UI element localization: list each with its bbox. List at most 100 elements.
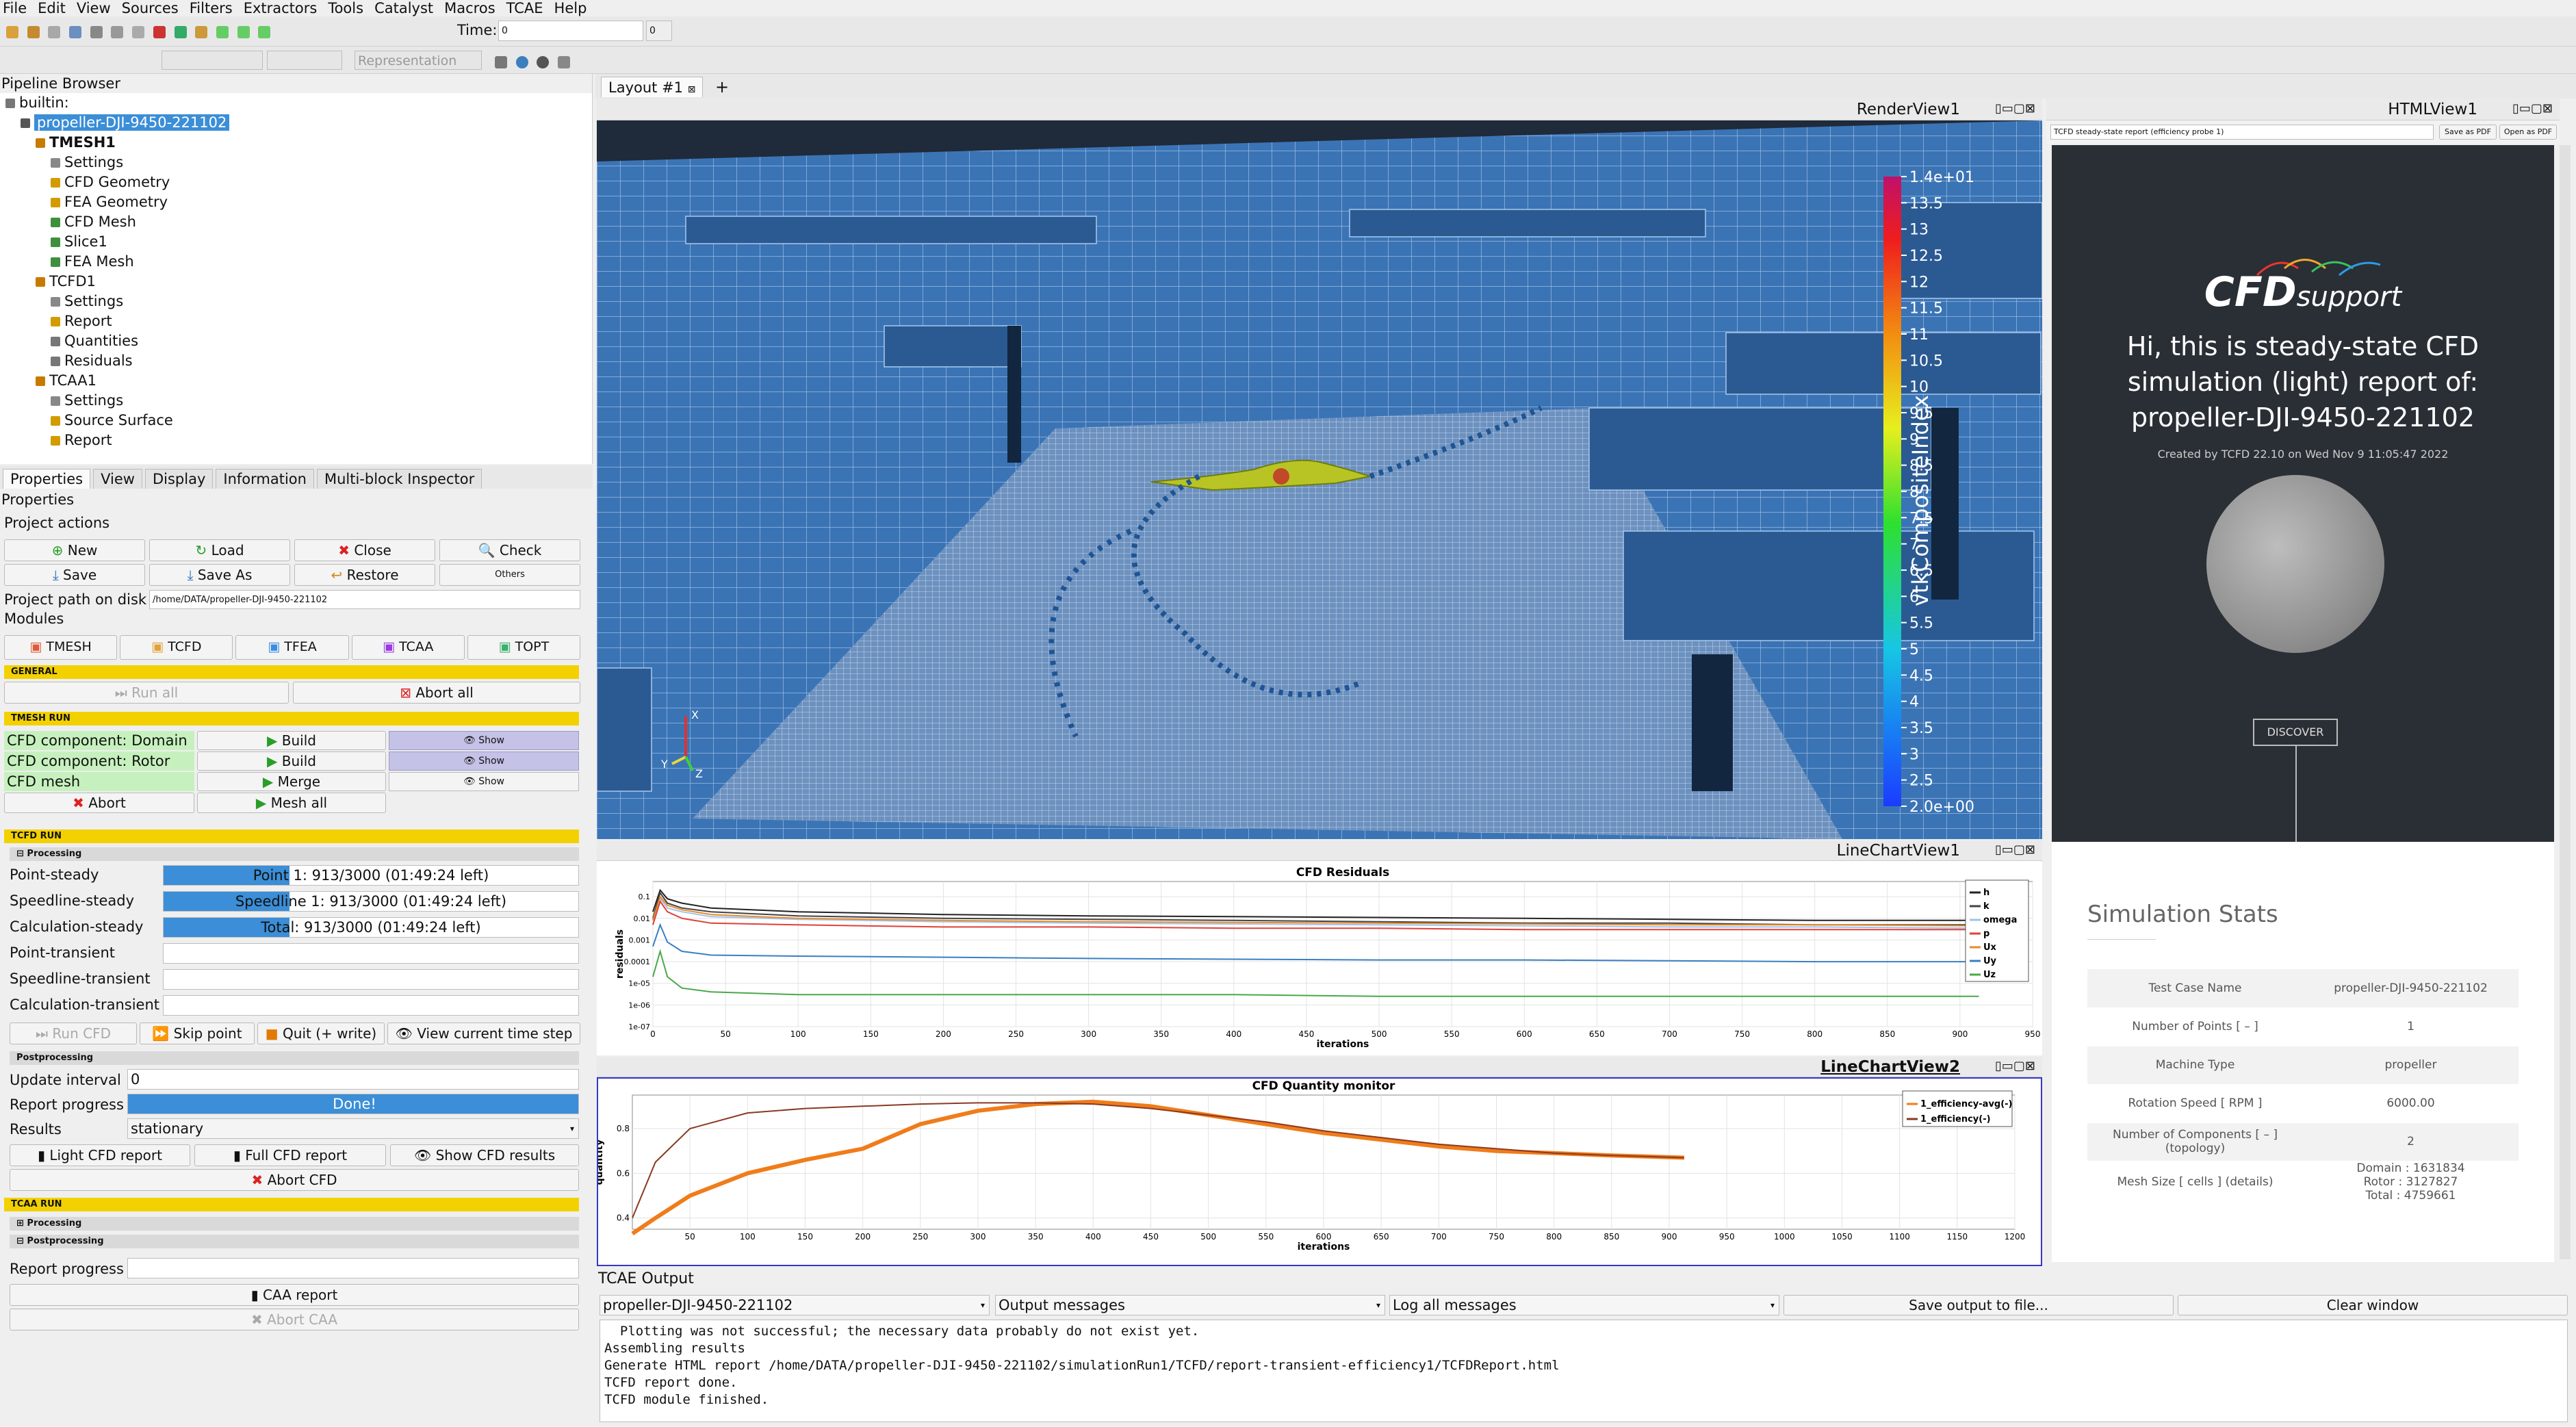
redo-icon[interactable] [174, 26, 187, 38]
camera-icon[interactable] [132, 26, 145, 38]
time-input[interactable]: 0 [498, 21, 643, 41]
menu-item-extractors[interactable]: Extractors [244, 0, 318, 16]
pipeline-item[interactable]: Report [0, 311, 592, 331]
htmlview-scrollbar[interactable] [2560, 145, 2571, 1259]
first-frame-icon[interactable] [216, 26, 229, 38]
view-controls-icon[interactable]: ▯▭▢⊠ [1995, 1059, 2035, 1073]
open-icon[interactable] [6, 26, 18, 38]
pipeline-item[interactable]: Settings [0, 292, 592, 311]
check-button[interactable]: 🔍 Check [439, 539, 580, 561]
quit-write-button[interactable]: ■ Quit (+ write) [257, 1023, 385, 1044]
caa-report-button[interactable]: ▮ CAA report [10, 1284, 579, 1306]
new-button[interactable]: ⊕ New [4, 539, 145, 561]
tab-layout-1[interactable]: Layout #1 ⊠ [601, 77, 704, 97]
module-tab-tcaa[interactable]: ▣ TCAA [351, 635, 465, 660]
select-icon[interactable] [558, 56, 571, 68]
save-output-button[interactable]: Save output to file... [1783, 1295, 2174, 1315]
view-current-time-step-button[interactable]: 👁 View current time step [387, 1023, 580, 1044]
pipeline-item[interactable]: FEA Mesh [0, 252, 592, 272]
pipeline-item[interactable]: Source Surface [0, 411, 592, 430]
pipeline-item[interactable]: Quantities [0, 331, 592, 351]
output-source-select[interactable]: propeller-DJI-9450-221102 ▾ [600, 1295, 990, 1315]
tab-display[interactable]: Display [144, 469, 214, 489]
menu-item-file[interactable]: File [3, 0, 27, 16]
view-controls-icon[interactable]: ▯▭▢⊠ [1995, 843, 2035, 857]
component-action-button[interactable]: ▶ Merge [197, 772, 386, 791]
pipeline-item[interactable]: CFD Mesh [0, 212, 592, 232]
menu-item-filters[interactable]: Filters [190, 0, 233, 16]
menu-item-sources[interactable]: Sources [122, 0, 179, 16]
pipeline-item[interactable]: TCFD1 [0, 272, 592, 292]
full-cfd-report-button[interactable]: ▮ Full CFD report [194, 1144, 386, 1166]
component-action-button[interactable]: ▶ Build [197, 751, 386, 771]
tab-information[interactable]: Information [216, 469, 314, 489]
undo-icon[interactable] [153, 26, 166, 38]
run-all-button[interactable]: ⏭ Run all [4, 682, 289, 704]
tab-properties[interactable]: Properties [3, 469, 91, 489]
module-tab-topt[interactable]: ▣ TOPT [467, 635, 581, 660]
time-index-spinbox[interactable]: 0 [646, 21, 672, 41]
component-select[interactable] [267, 51, 342, 70]
pipeline-item[interactable]: FEA Geometry [0, 192, 592, 212]
last-frame-icon[interactable] [258, 26, 271, 38]
add-tab-icon[interactable]: + [712, 77, 732, 97]
load-button[interactable]: ↻ Load [149, 539, 290, 561]
tab-multi-block-inspector[interactable]: Multi-block Inspector [316, 469, 482, 489]
module-tab-tmesh[interactable]: ▣ TMESH [4, 635, 118, 660]
reset-camera-icon[interactable] [495, 56, 507, 68]
close-button[interactable]: ✖ Close [294, 539, 435, 561]
representation-select[interactable]: Representation [355, 51, 482, 70]
component-action-button[interactable]: ▶ Build [197, 731, 386, 750]
pipeline-item[interactable]: CFD Geometry [0, 172, 592, 192]
component-show-button[interactable]: 👁 Show [389, 731, 579, 750]
update-interval-input[interactable]: 0 [127, 1069, 579, 1090]
pipeline-item[interactable]: TCAA1 [0, 371, 592, 391]
abort-all-button[interactable]: ⊠ Abort all [293, 682, 580, 704]
menu-item-catalyst[interactable]: Catalyst [374, 0, 433, 16]
save-as-button[interactable]: ⤓ Save As [149, 564, 290, 586]
skip-point-button[interactable]: ⏩ Skip point [140, 1023, 255, 1044]
menu-item-tools[interactable]: Tools [328, 0, 363, 16]
menu-item-help[interactable]: Help [554, 0, 587, 16]
mesh-all-button[interactable]: ▶ Mesh all [197, 793, 386, 813]
folder-icon[interactable] [27, 26, 40, 38]
pipeline-item[interactable]: TMESH1 [0, 133, 592, 153]
abort-caa-button[interactable]: ✖ Abort CAA [10, 1309, 579, 1330]
project-path-field[interactable]: /home/DATA/propeller-DJI-9450-221102 [149, 590, 580, 609]
axis-icon[interactable] [537, 56, 550, 68]
component-show-button[interactable]: 👁 Show [389, 751, 579, 771]
report-select[interactable]: TCFD steady-state report (efficiency pro… [2050, 125, 2434, 140]
pipeline-item[interactable]: Settings [0, 153, 592, 172]
pipeline-item[interactable]: Settings [0, 391, 592, 411]
results-select[interactable]: stationary ▾ [127, 1118, 579, 1139]
menu-item-tcae[interactable]: TCAE [506, 0, 543, 16]
play-icon[interactable] [237, 26, 250, 38]
residuals-chart[interactable]: CFD Residuals 0 50 100 150 200 250 300 350 400 450… [597, 861, 2042, 1055]
menu-item-edit[interactable]: Edit [38, 0, 66, 16]
others-button[interactable]: Others [439, 564, 580, 586]
module-tab-tfea[interactable]: ▣ TFEA [235, 635, 349, 660]
run-cfd-button[interactable]: ⏭ Run CFD [10, 1023, 137, 1044]
module-tab-tcfd[interactable]: ▣ TCFD [120, 635, 233, 660]
abort-cfd-button[interactable]: ✖ Abort CFD [10, 1169, 579, 1191]
light-cfd-report-button[interactable]: ▮ Light CFD report [10, 1144, 190, 1166]
view-controls-icon[interactable]: ▯▭▢⊠ [2512, 101, 2553, 116]
view-controls-icon[interactable]: ▯▭▢⊠ [1995, 101, 2035, 116]
pipeline-item[interactable]: Slice1 [0, 232, 592, 252]
tab-view[interactable]: View [93, 469, 142, 489]
connect-icon[interactable] [69, 26, 82, 38]
save-button[interactable]: ⤓ Save [4, 564, 145, 586]
menu-item-view[interactable]: View [77, 0, 111, 16]
show-cfd-results-button[interactable]: 👁 Show CFD results [390, 1144, 579, 1166]
python-icon[interactable] [195, 26, 208, 38]
open-as-pdf-button[interactable]: Open as PDF [2499, 125, 2557, 140]
render-view[interactable]: 1.4e+01 13.5 13 12.5 12 11.5 11 10.5 10 9.5 9 8.5 8 7… [597, 120, 2042, 839]
output-level-select[interactable]: Log all messages ▾ [1389, 1295, 1779, 1315]
output-mode-select[interactable]: Output messages ▾ [995, 1295, 1385, 1315]
component-show-button[interactable]: 👁 Show [389, 772, 579, 791]
pipeline-item[interactable]: builtin: [0, 93, 592, 113]
disconnect-icon[interactable] [90, 26, 103, 38]
pipeline-item[interactable]: Report [0, 430, 592, 450]
abort-mesh-button[interactable]: ✖ Abort [4, 793, 194, 813]
filter-icon[interactable] [111, 26, 124, 38]
